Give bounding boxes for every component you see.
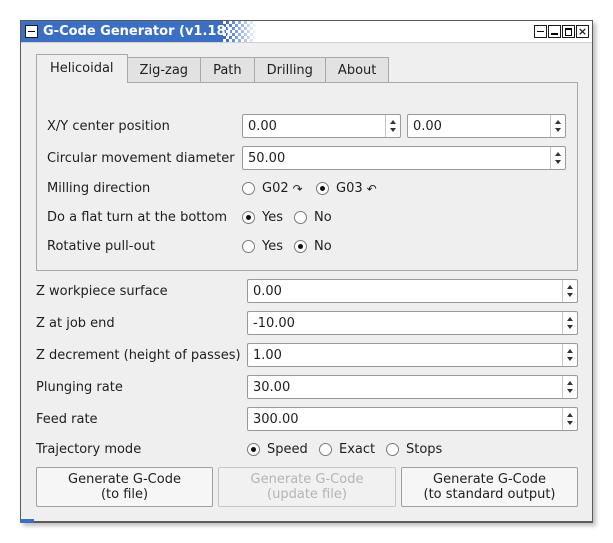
radio-circle <box>242 182 255 195</box>
feed-rate-label: Feed rate <box>36 412 98 427</box>
radio-circle-selected <box>247 443 260 456</box>
radio-circle <box>242 240 255 253</box>
tab-helicoidal[interactable]: Helicoidal <box>36 54 128 83</box>
tab-path[interactable]: Path <box>200 57 255 83</box>
helicoidal-panel: X/Y center position 0.00 0.00 Circular m… <box>36 82 578 271</box>
tab-about[interactable]: About <box>324 57 390 83</box>
generate-update-file-button: Generate G-Code (update file) <box>218 467 396 507</box>
z-decrement-label: Z decrement (height of passes) <box>36 348 241 363</box>
flat-turn-yes-radio[interactable]: Yes <box>242 210 283 225</box>
trajectory-label: Trajectory mode <box>36 442 142 457</box>
center-x-spinner[interactable] <box>385 115 400 137</box>
window-title: G-Code Generator (v1.18) <box>43 24 232 39</box>
center-y-spinner[interactable] <box>550 115 565 137</box>
diameter-field[interactable]: 50.00 <box>242 146 566 170</box>
direction-label: Milling direction <box>47 181 151 196</box>
z-surface-label: Z workpiece surface <box>36 284 168 299</box>
trajectory-exact-radio[interactable]: Exact <box>319 442 375 457</box>
close-button[interactable]: × <box>576 25 589 38</box>
plunge-rate-field[interactable]: 30.00 <box>247 375 578 399</box>
pullout-no-radio[interactable]: No <box>294 239 332 254</box>
radio-circle-selected <box>242 211 255 224</box>
minimize-button[interactable] <box>534 25 547 38</box>
radio-circle <box>319 443 332 456</box>
direction-g02-radio[interactable]: G02 ↷ <box>242 181 303 196</box>
pullout-yes-radio[interactable]: Yes <box>242 239 283 254</box>
flat-turn-label: Do a flat turn at the bottom <box>47 210 228 225</box>
radio-circle <box>386 443 399 456</box>
tab-zig-zag[interactable]: Zig-zag <box>126 57 202 83</box>
direction-g03-radio[interactable]: G03 ↶ <box>316 181 377 196</box>
radio-circle-selected <box>294 240 307 253</box>
z-decrement-field[interactable]: 1.00 <box>247 343 578 367</box>
generate-to-stdout-button[interactable]: Generate G-Code (to standard output) <box>401 467 578 507</box>
generate-to-file-button[interactable]: Generate G-Code (to file) <box>36 467 213 507</box>
maximize-button[interactable] <box>562 25 575 38</box>
z-decrement-spinner[interactable] <box>562 344 577 366</box>
clockwise-arrow-icon: ↷ <box>292 181 303 196</box>
plunge-rate-spinner[interactable] <box>562 376 577 398</box>
flat-turn-no-radio[interactable]: No <box>294 210 332 225</box>
z-surface-spinner[interactable] <box>562 280 577 302</box>
z-end-spinner[interactable] <box>562 312 577 334</box>
radio-circle-selected <box>316 182 329 195</box>
app-window: G-Code Generator (v1.18) × Helicoidal Zi… <box>20 20 593 523</box>
feed-rate-spinner[interactable] <box>562 408 577 430</box>
window-menu-icon[interactable] <box>25 25 38 38</box>
tab-bar: Helicoidal Zig-zag Path Drilling About <box>36 54 390 83</box>
title-bar[interactable]: G-Code Generator (v1.18) × <box>21 21 592 43</box>
diameter-label: Circular movement diameter <box>47 151 235 166</box>
radio-circle <box>294 211 307 224</box>
z-end-field[interactable]: -10.00 <box>247 311 578 335</box>
pullout-label: Rotative pull-out <box>47 239 155 254</box>
trajectory-speed-radio[interactable]: Speed <box>247 442 308 457</box>
center-position-label: X/Y center position <box>47 119 170 134</box>
feed-rate-field[interactable]: 300.00 <box>247 407 578 431</box>
z-surface-field[interactable]: 0.00 <box>247 279 578 303</box>
shade-button[interactable] <box>548 25 561 38</box>
tab-drilling[interactable]: Drilling <box>253 57 326 83</box>
counterclockwise-arrow-icon: ↶ <box>366 181 377 196</box>
center-x-field[interactable]: 0.00 <box>242 114 401 138</box>
trajectory-stops-radio[interactable]: Stops <box>386 442 442 457</box>
plunge-rate-label: Plunging rate <box>36 380 123 395</box>
diameter-spinner[interactable] <box>550 147 565 169</box>
z-end-label: Z at job end <box>36 316 115 331</box>
center-y-field[interactable]: 0.00 <box>407 114 566 138</box>
